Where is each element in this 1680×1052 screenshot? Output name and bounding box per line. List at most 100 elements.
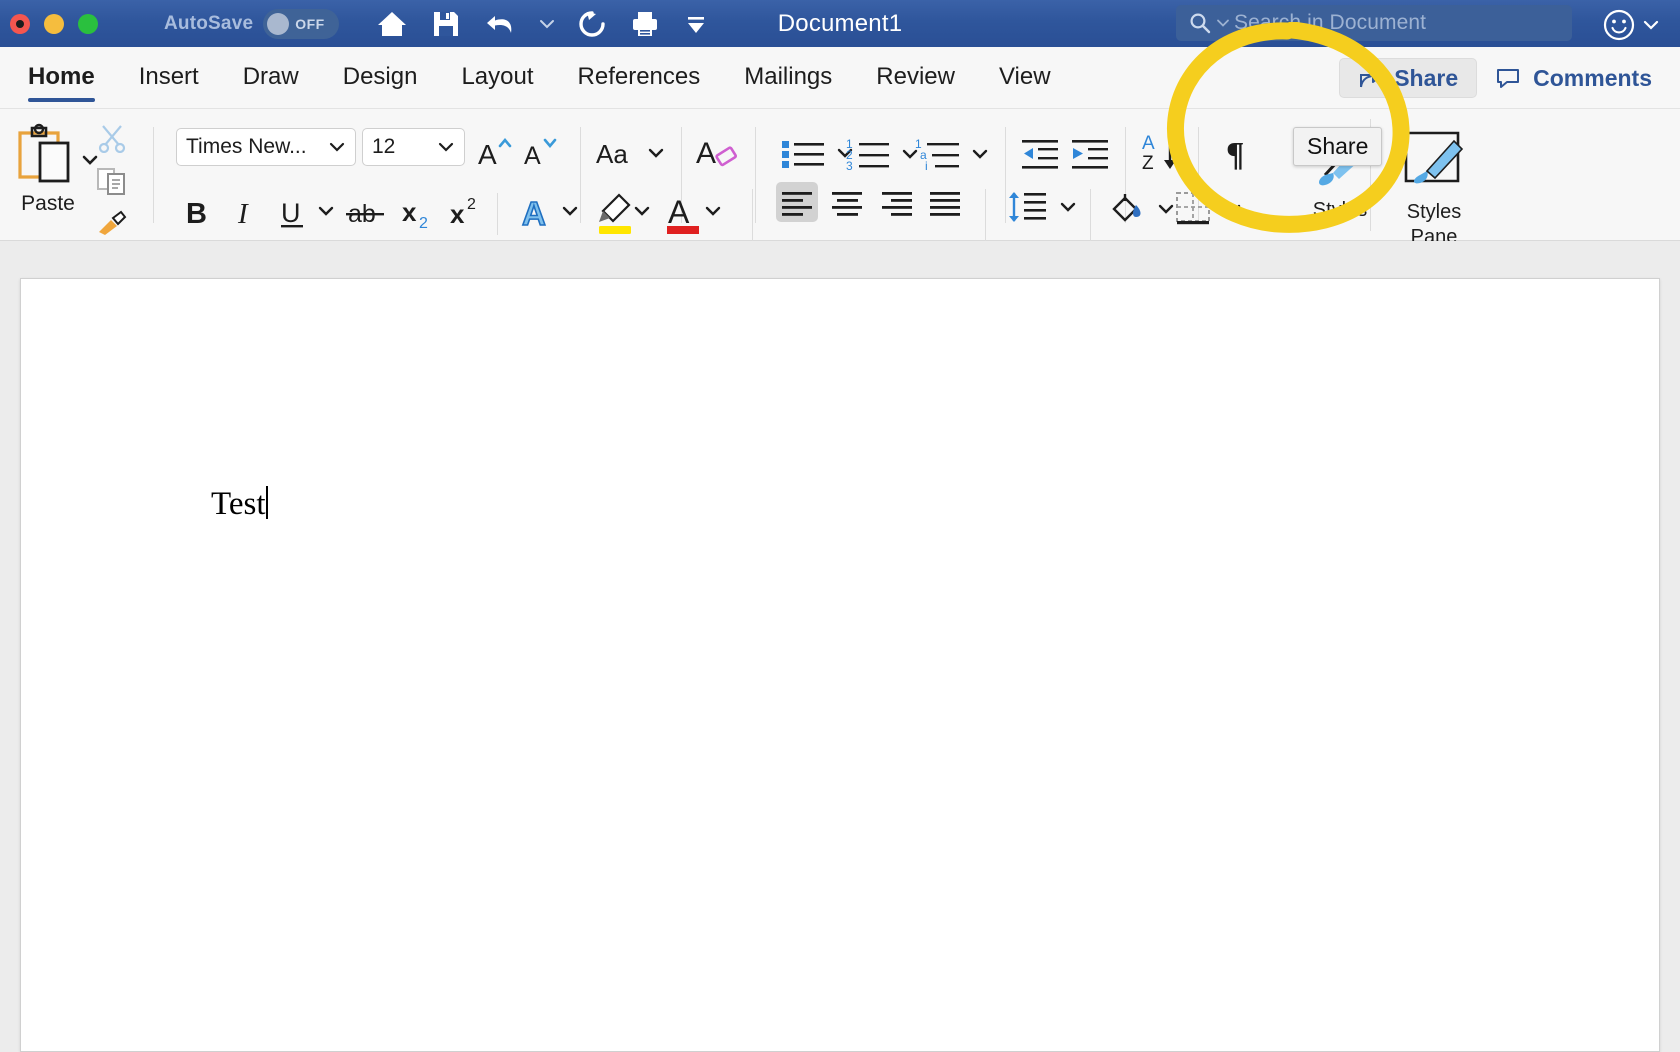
justify-button[interactable] (930, 191, 962, 219)
share-icon (1360, 69, 1383, 88)
svg-text:2: 2 (467, 196, 476, 213)
tab-references[interactable]: References (556, 47, 723, 109)
align-center-icon (832, 192, 862, 216)
document-page[interactable]: Test (20, 278, 1660, 1052)
home-icon[interactable] (375, 9, 409, 39)
clipboard-small-buttons (95, 123, 129, 242)
autosave-toggle[interactable]: OFF (263, 8, 340, 39)
search-input[interactable]: Search in Document (1176, 5, 1572, 41)
increase-indent-button[interactable] (1070, 137, 1110, 171)
svg-text:A: A (1142, 133, 1155, 154)
clear-formatting-icon: A (696, 137, 738, 170)
cut-button[interactable] (96, 123, 128, 158)
grow-font-button[interactable]: A (476, 134, 514, 170)
align-left-button[interactable] (782, 191, 814, 219)
save-icon[interactable] (431, 9, 461, 39)
undo-icon[interactable] (483, 9, 517, 39)
comments-button-label: Comments (1533, 64, 1652, 91)
copy-button[interactable] (95, 166, 129, 201)
underline-chevron-down-icon[interactable] (316, 204, 336, 218)
ribbon-separator (497, 193, 498, 235)
autosave-label: AutoSave (164, 12, 254, 34)
align-center-button[interactable] (832, 191, 864, 219)
tab-design[interactable]: Design (321, 47, 440, 109)
font-name-select[interactable]: Times New... (176, 128, 356, 166)
sort-az-icon: A Z (1142, 133, 1176, 174)
smiley-face-icon[interactable] (1602, 8, 1636, 42)
undo-dropdown-icon[interactable] (539, 18, 555, 30)
print-icon[interactable] (629, 9, 661, 39)
subscript-button[interactable]: x2 (400, 195, 436, 231)
search-placeholder: Search in Document (1234, 11, 1427, 34)
account-chevron-down-icon[interactable] (1642, 18, 1660, 32)
superscript-button[interactable]: x2 (448, 195, 484, 231)
format-painter-button[interactable] (95, 209, 129, 242)
align-left-icon (782, 192, 812, 216)
tab-draw[interactable]: Draw (221, 47, 321, 109)
svg-text:3: 3 (846, 159, 853, 171)
font-size-select[interactable]: 12 (362, 128, 465, 166)
bullet-list-icon (782, 141, 824, 168)
clear-formatting-button[interactable]: A (695, 133, 743, 173)
tab-layout[interactable]: Layout (439, 47, 555, 109)
font-size-chevron-down-icon (438, 142, 454, 152)
shrink-font-button[interactable]: A (522, 134, 560, 170)
text-effects-icon: A (521, 194, 546, 233)
highlight-color-button[interactable] (595, 191, 637, 237)
customize-toolbar-icon[interactable] (683, 12, 709, 36)
numbered-list-icon: 1 2 3 (846, 137, 889, 171)
font-name-value: Times New... (186, 135, 307, 158)
underline-button[interactable]: U (278, 195, 308, 231)
redo-icon[interactable] (577, 9, 607, 39)
text-effects-chevron-down-icon[interactable] (560, 204, 580, 218)
borders-button[interactable] (1175, 191, 1243, 227)
comment-bubble-icon (1497, 69, 1520, 88)
tab-insert[interactable]: Insert (117, 47, 221, 109)
ribbon-separator (755, 127, 756, 223)
tab-home[interactable]: Home (6, 47, 117, 109)
decrease-indent-icon (1022, 140, 1058, 169)
change-case-button[interactable]: Aa (595, 137, 665, 169)
multilevel-list-button[interactable]: 1 a i (915, 137, 989, 171)
font-color-button[interactable]: A (665, 191, 703, 237)
title-bar: AutoSave OFF Document1 Search in Documen… (0, 0, 1680, 47)
paste-button[interactable]: Paste (8, 117, 98, 216)
document-body-text[interactable]: Test (211, 486, 268, 523)
sort-button[interactable]: A Z (1140, 131, 1188, 175)
tab-view[interactable]: View (977, 47, 1073, 109)
highlight-chevron-down-icon[interactable] (632, 204, 652, 218)
autosave-control[interactable]: AutoSave OFF (164, 8, 340, 39)
tab-review[interactable]: Review (854, 47, 977, 109)
numbering-button[interactable]: 1 2 3 (845, 137, 919, 171)
share-tooltip: Share (1293, 127, 1383, 166)
italic-button[interactable]: I (233, 195, 259, 229)
decrease-indent-button[interactable] (1020, 137, 1060, 171)
svg-text:i: i (925, 159, 928, 171)
svg-text:A: A (478, 139, 497, 170)
shading-button[interactable] (1108, 191, 1176, 227)
share-button[interactable]: Share (1339, 58, 1478, 98)
minimize-window-button[interactable] (44, 13, 64, 34)
text-effects-button[interactable]: A (518, 193, 558, 233)
align-right-button[interactable] (882, 191, 914, 219)
close-window-button[interactable] (10, 13, 30, 34)
maximize-window-button[interactable] (78, 13, 98, 34)
show-formatting-marks-button[interactable]: ¶ (1222, 133, 1256, 173)
styles-pane-button[interactable]: Styles Pane (1388, 125, 1480, 249)
tab-mailings[interactable]: Mailings (722, 47, 854, 109)
bold-icon: B (186, 198, 207, 229)
account-control[interactable] (1602, 8, 1660, 42)
highlighter-icon (599, 193, 631, 234)
shading-chevron-down-icon (1158, 204, 1174, 214)
strikethrough-button[interactable]: ab (346, 197, 386, 229)
comments-button[interactable]: Comments (1481, 58, 1666, 98)
line-spacing-button[interactable] (1006, 189, 1078, 225)
multilevel-list-icon: 1 a i (915, 137, 959, 171)
font-color-chevron-down-icon[interactable] (703, 204, 723, 218)
svg-text:A: A (524, 142, 541, 170)
shrink-font-icon: A (524, 138, 557, 170)
font-size-value: 12 (372, 135, 396, 158)
bullets-button[interactable] (780, 137, 854, 169)
bold-button[interactable]: B (183, 195, 213, 229)
svg-text:B: B (186, 198, 207, 229)
